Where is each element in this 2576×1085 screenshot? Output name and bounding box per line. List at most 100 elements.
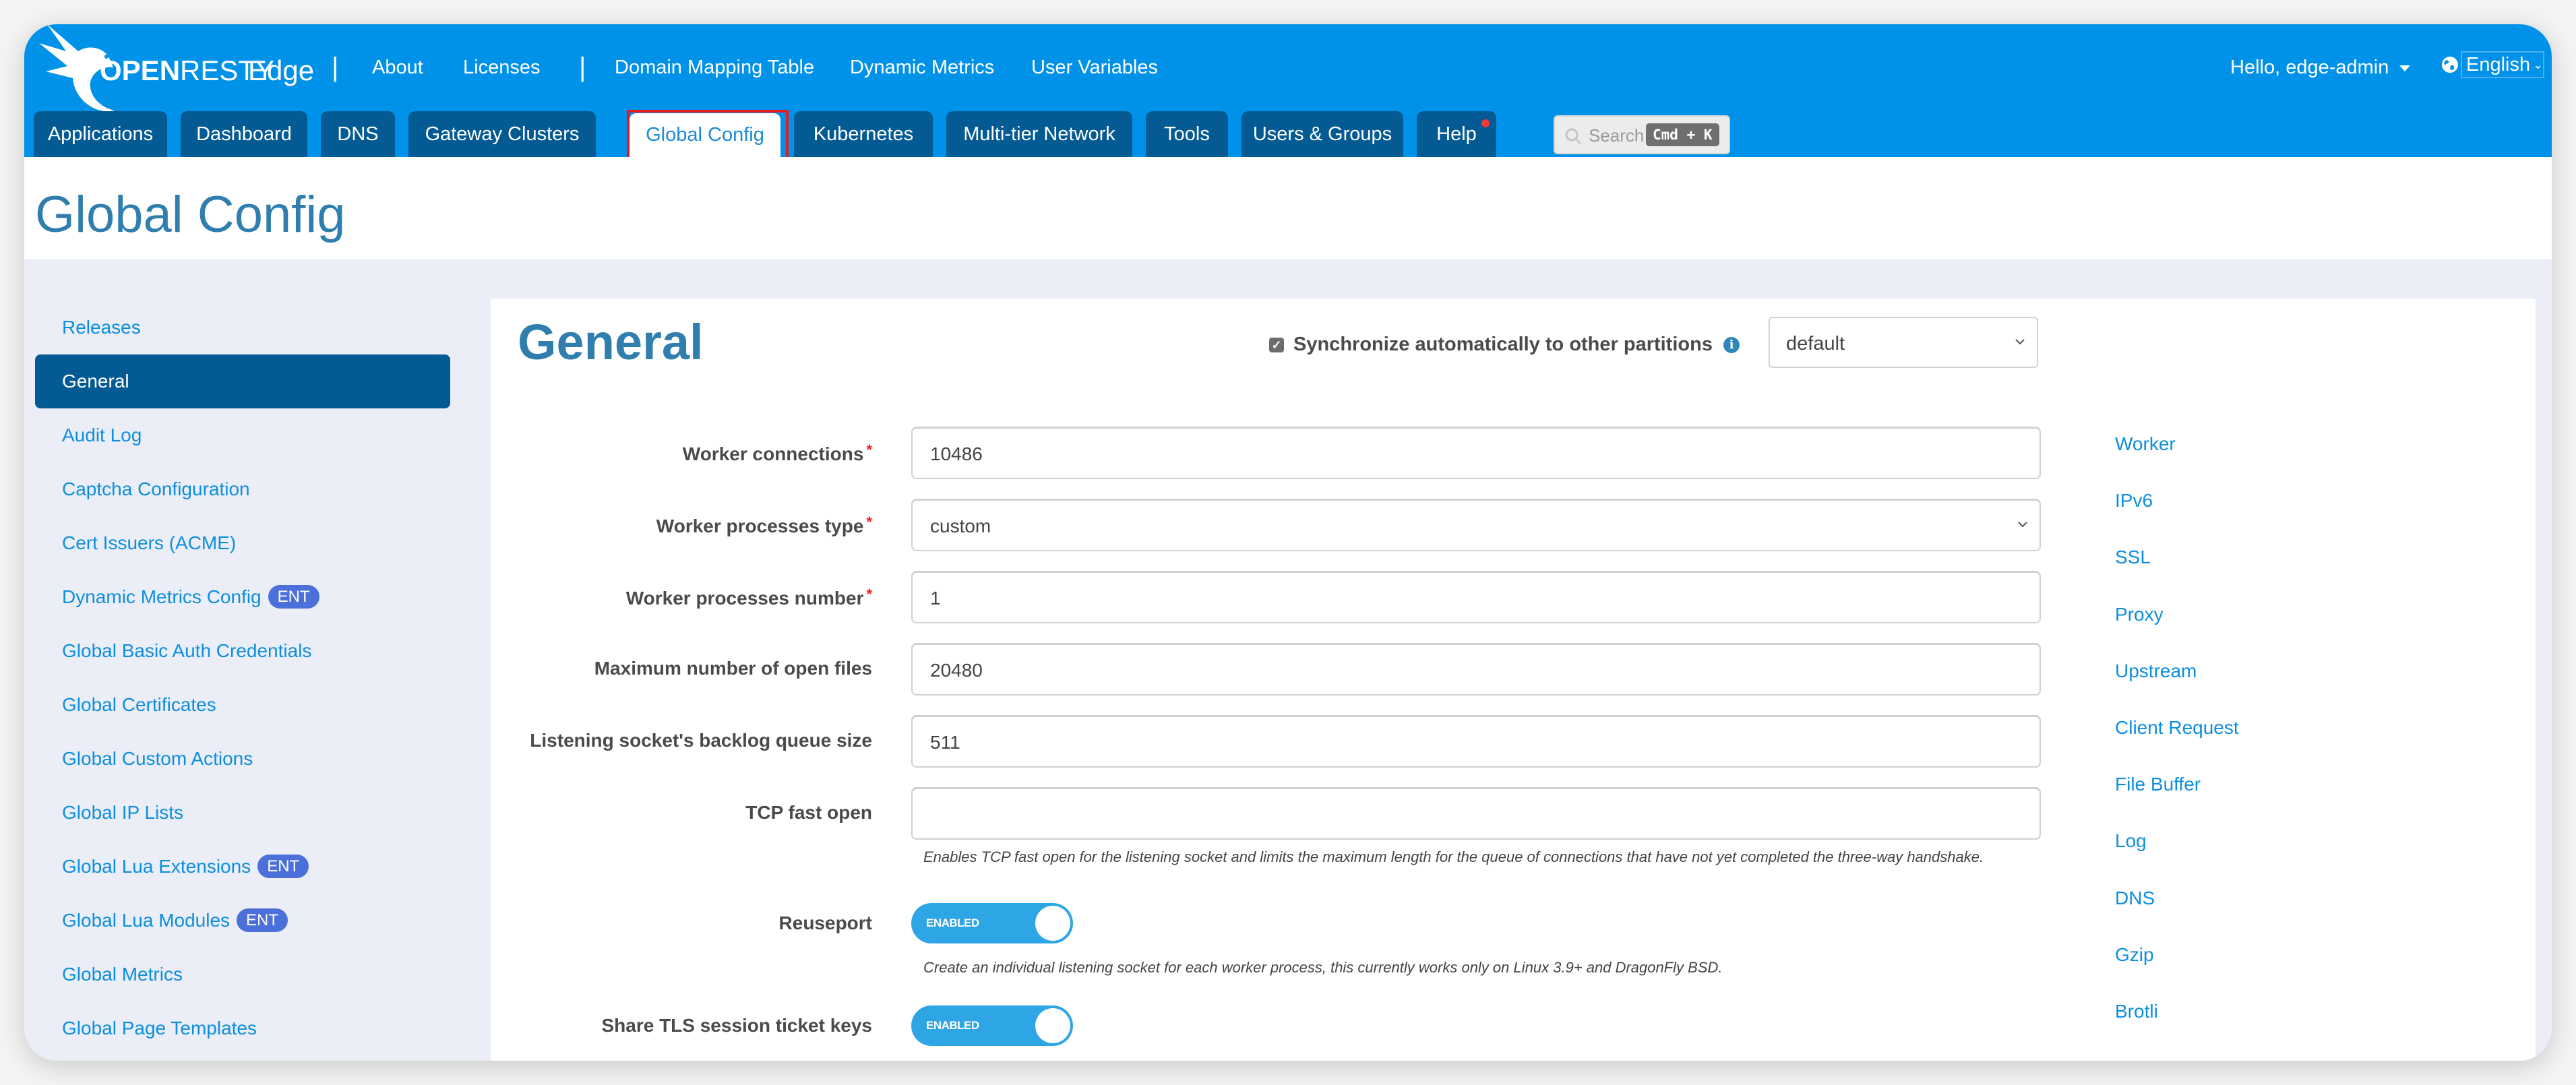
field-value: 1 [930,588,941,609]
sidebar-item-global-basic-auth-credentials[interactable]: Global Basic Auth Credentials [35,624,450,678]
sidebar-item-label: General [62,371,129,392]
listening-socket-s-backlog-queue-size-input[interactable]: 511 [911,715,2041,768]
sidebar-item-label: Releases [62,317,141,338]
tab-dns[interactable]: DNS [321,111,395,157]
sidebar-item-label: Global Lua Extensions [62,856,251,877]
sidebar-item-global-lua-modules[interactable]: Global Lua Modules ENT [35,894,450,948]
reuseport-toggle[interactable]: ENABLED [911,903,1073,943]
sidebar-item-audit-log[interactable]: Audit Log [35,408,450,462]
field-label: Worker processes number * [625,586,872,609]
required-marker: * [866,514,872,530]
nav-link-dynamic-metrics[interactable]: Dynamic Metrics [850,57,994,79]
sidebar-item-releases[interactable]: Releases [35,301,450,354]
nav-divider: | [579,53,586,82]
field-label: Worker connections * [682,441,872,464]
tab-applications[interactable]: Applications [34,111,167,157]
anchor-link-file-buffer[interactable]: File Buffer [2115,774,2239,830]
field-label: Worker processes type * [656,514,872,536]
anchor-link-worker[interactable]: Worker [2115,433,2239,490]
nav-link-licenses[interactable]: Licenses [463,57,540,79]
sidebar-item-general[interactable]: General [35,354,450,408]
keyboard-shortcut: Cmd + K [1646,123,1719,146]
field-label: TCP fast open [745,802,872,823]
sidebar-item-cert-issuers-acme[interactable]: Cert Issuers (ACME) [35,516,450,570]
toggle-knob [1035,906,1070,941]
tab-help[interactable]: Help [1417,111,1496,157]
anchor-link-ssl[interactable]: SSL [2115,547,2239,603]
field-label: Reuseport [778,912,872,933]
sidebar: Releases General Audit Log Captcha Configur… [35,301,450,1055]
sidebar-item-label: Global Page Templates [62,1018,257,1038]
product-name: Edge [248,55,315,86]
sidebar-item-global-ip-lists[interactable]: Global IP Lists [35,786,450,840]
app-window: OPENRESTY Edge | About Licenses | Domain… [24,24,2552,1061]
sidebar-item-label: Captcha Configuration [62,478,250,499]
tab-kubernetes[interactable]: Kubernetes [794,111,933,157]
anchor-link-log[interactable]: Log [2115,830,2239,887]
sidebar-item-dynamic-metrics-config[interactable]: Dynamic Metrics Config ENT [35,570,450,624]
sidebar-item-label: Global Lua Modules [62,910,231,931]
page-header: Global Config [24,157,2552,259]
search-input[interactable]: Search Cmd + K [1554,115,1730,154]
field-value: custom [930,516,991,536]
notification-dot [1481,119,1490,127]
field-value: 10486 [930,443,983,464]
sync-checkbox[interactable]: ✓ [1269,337,1284,352]
worker-connections-input[interactable]: 10486 [911,427,2041,479]
field-value: 20480 [930,660,983,681]
chevron-down-icon [2015,339,2025,345]
anchor-link-upstream[interactable]: Upstream [2115,660,2239,717]
section-title: General [518,314,704,370]
ent-badge: ENT [268,585,319,609]
sidebar-item-label: Global Metrics [62,964,183,985]
tab-dashboard[interactable]: Dashboard [181,111,307,157]
anchor-link-client-request[interactable]: Client Request [2115,717,2239,774]
tcp-fast-open-input[interactable] [911,787,2041,840]
tab-multi-tier-network[interactable]: Multi-tier Network [946,111,1132,157]
partition-select[interactable]: default [1769,317,2038,368]
share-tls-session-ticket-keys-toggle[interactable]: ENABLED [911,1005,1073,1046]
sidebar-item-global-metrics[interactable]: Global Metrics [35,948,450,1001]
nav-divider: | [332,53,339,82]
ent-badge: ENT [257,855,309,878]
chevron-down-icon: ⌄ [2533,58,2544,71]
sidebar-item-label: Audit Log [62,425,142,445]
user-menu[interactable]: Hello, edge-admin [2230,57,2411,79]
chevron-down-icon [2018,522,2027,528]
anchor-link-dns[interactable]: DNS [2115,888,2239,944]
worker-processes-number-input[interactable]: 1 [911,571,2041,623]
anchor-link-gzip[interactable]: Gzip [2115,944,2239,1001]
tab-global-config[interactable]: Global Config [630,113,780,157]
tab-users-groups[interactable]: Users & Groups [1241,111,1403,157]
anchor-link-brotli[interactable]: Brotli [2115,1001,2239,1057]
sidebar-item-label: Global Basic Auth Credentials [62,640,312,661]
tab-tools[interactable]: Tools [1146,111,1228,157]
nav-link-about[interactable]: About [372,57,423,79]
anchor-link-proxy[interactable]: Proxy [2115,604,2239,660]
openresty-logo[interactable]: OPENRESTY Edge [34,24,317,119]
sidebar-item-label: Global Certificates [62,694,216,715]
anchor-link-ipv6[interactable]: IPv6 [2115,490,2239,547]
field-label: Maximum number of open files [594,658,872,679]
nav-link-domain-mapping-table[interactable]: Domain Mapping Table [615,57,814,79]
toggle-state-label: ENABLED [926,1019,979,1032]
maximum-number-of-open-files-input[interactable]: 20480 [911,643,2041,695]
sidebar-item-global-lua-extensions[interactable]: Global Lua Extensions ENT [35,840,450,894]
info-icon[interactable]: i [1723,336,1740,353]
nav-link-user-variables[interactable]: User Variables [1031,57,1158,79]
sidebar-item-global-page-templates[interactable]: Global Page Templates [35,1001,450,1055]
sidebar-item-label: Dynamic Metrics Config [62,586,262,607]
sync-option: ✓ Synchronize automatically to other par… [1269,334,1740,356]
caret-down-icon [2399,65,2411,71]
sidebar-item-label: Global Custom Actions [62,748,253,769]
field-label: Listening socket's backlog queue size [530,730,872,751]
language-select[interactable]: English ⌄ [2461,51,2544,78]
worker-processes-type-select[interactable]: custom [911,499,2041,551]
sidebar-item-global-certificates[interactable]: Global Certificates [35,678,450,732]
sidebar-item-captcha-configuration[interactable]: Captcha Configuration [35,462,450,516]
sidebar-item-label: Global IP Lists [62,802,184,823]
section-anchor-links: Worker IPv6 SSL Proxy Upstream Client Request… [2115,433,2239,1057]
sidebar-item-global-custom-actions[interactable]: Global Custom Actions [35,732,450,786]
tab-gateway-clusters[interactable]: Gateway Clusters [408,111,596,157]
user-greeting: Hello, edge-admin [2230,57,2389,78]
